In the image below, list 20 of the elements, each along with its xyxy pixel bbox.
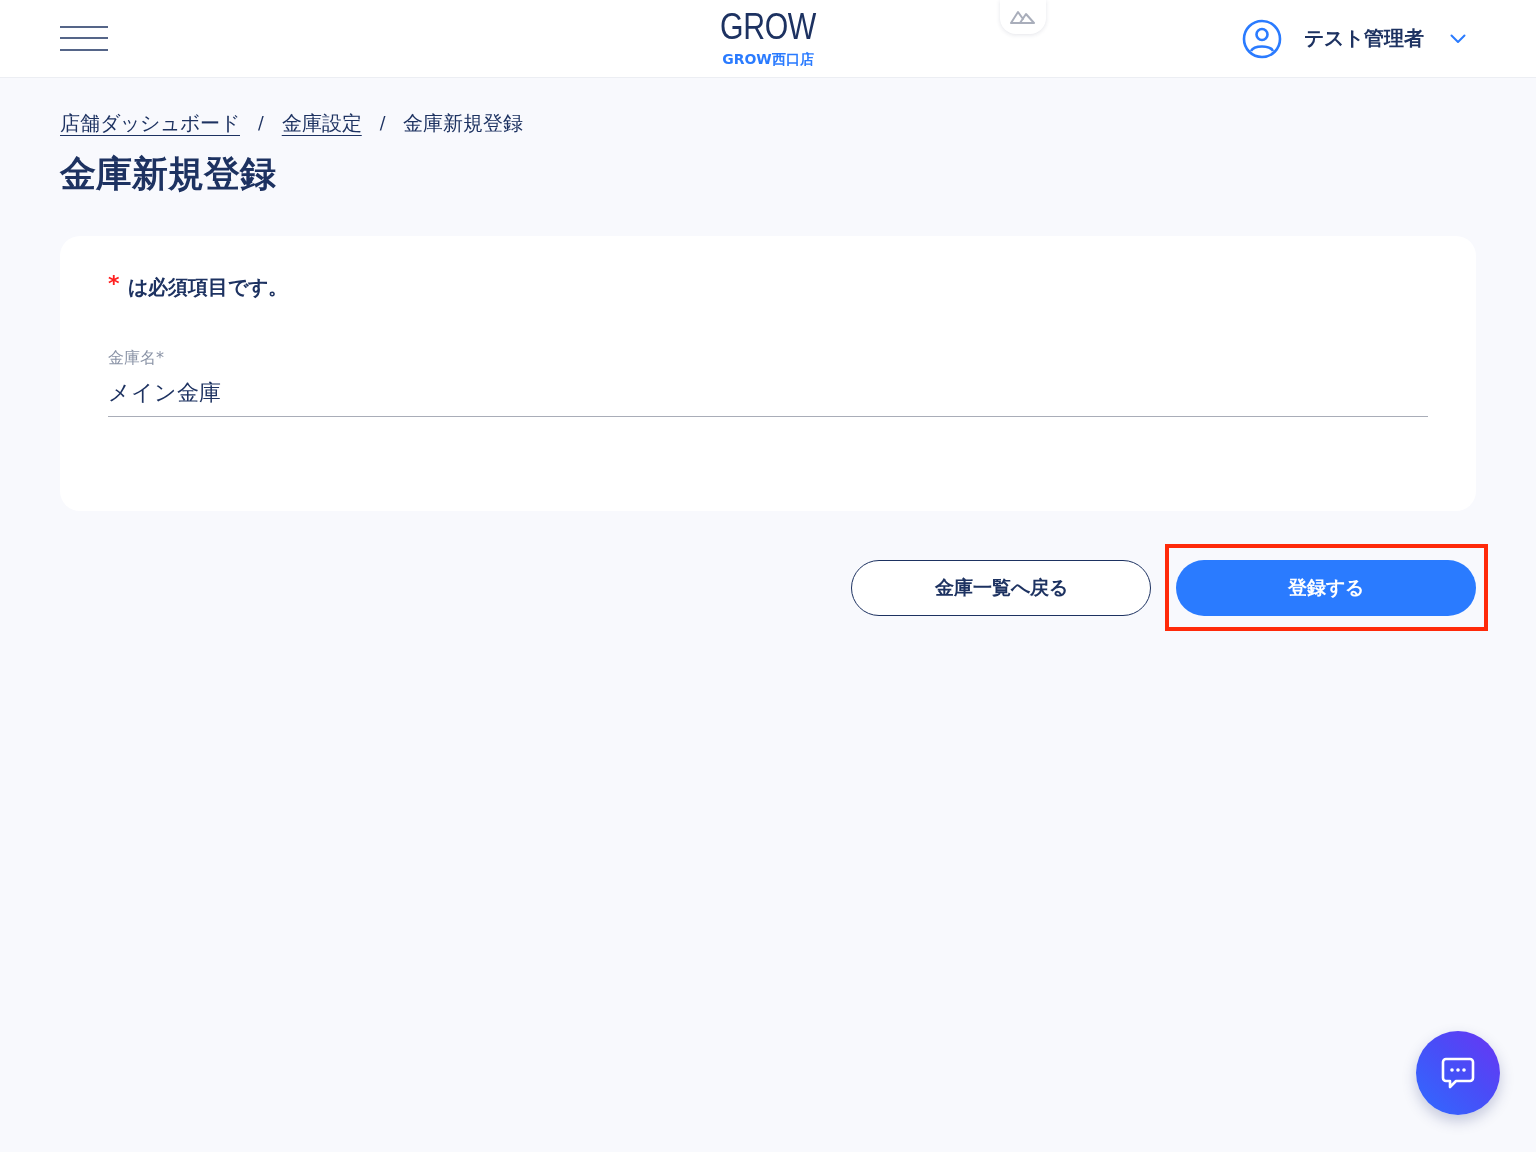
required-note: は必須項目です。 xyxy=(127,274,288,300)
field-label: 金庫名* xyxy=(108,348,165,368)
input-field[interactable]: メイン金庫 xyxy=(108,378,1428,417)
chat-icon xyxy=(1440,1056,1476,1090)
menu-button[interactable] xyxy=(60,25,108,52)
logo-text: GROW xyxy=(720,7,816,47)
store-name: GROW西口店 xyxy=(722,50,814,68)
required-mark: * xyxy=(108,274,120,294)
breadcrumb-separator: / xyxy=(258,112,264,135)
back-button[interactable]: 金庫一覧へ戻る xyxy=(851,560,1151,616)
chat-button[interactable] xyxy=(1416,1031,1500,1115)
breadcrumb-current: 金庫新規登録 xyxy=(403,110,524,136)
user-icon xyxy=(1242,18,1282,59)
breadcrumb-link[interactable]: 金庫設定 xyxy=(281,110,362,136)
breadcrumb-separator: / xyxy=(379,112,386,135)
chevron-down-icon xyxy=(1450,33,1466,44)
submit-button[interactable]: 登録する xyxy=(1176,560,1476,616)
user-menu-button[interactable]: テスト管理者 xyxy=(1242,18,1466,59)
page-title: 金庫新規登録 xyxy=(60,152,277,196)
breadcrumb-link[interactable]: 店舗ダッシュボード xyxy=(60,110,240,136)
